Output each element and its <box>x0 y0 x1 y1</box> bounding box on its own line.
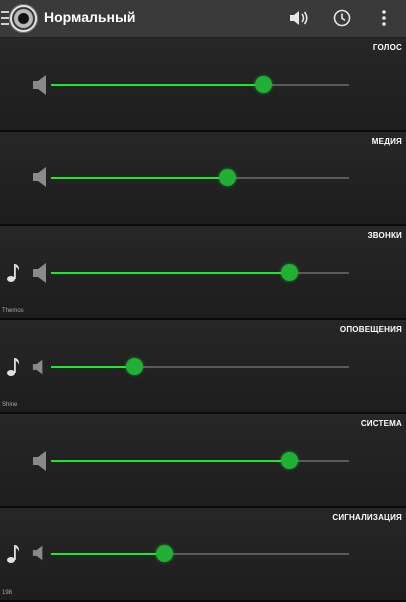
stream-label: СИСТЕМА <box>360 419 402 428</box>
volume-fill <box>51 553 165 555</box>
volume-slider[interactable] <box>51 169 349 186</box>
music-note-icon[interactable] <box>6 543 20 565</box>
speaker-icon[interactable] <box>32 545 44 561</box>
volume-slider[interactable] <box>51 76 349 93</box>
stream-label: СИГНАЛИЗАЦИЯ <box>332 513 402 522</box>
volume-slider[interactable] <box>51 452 349 469</box>
stream-ringtone: ЗВОНКИ Themos <box>0 226 406 320</box>
stream-voice: ГОЛОС <box>0 38 406 132</box>
ringtone-name: Themos <box>2 308 24 314</box>
stream-media: МЕДИЯ <box>0 132 406 226</box>
stream-label: МЕДИЯ <box>371 137 402 146</box>
stream-notifications: ОПОВЕЩЕНИЯ Shine <box>0 320 406 414</box>
more-vertical-icon[interactable] <box>372 6 396 30</box>
app-toolbar: Нормальный <box>0 0 406 38</box>
stream-label: ГОЛОС <box>372 43 402 52</box>
volume-thumb[interactable] <box>156 545 174 562</box>
volume-fill <box>51 460 290 462</box>
ringtone-name: 198 <box>2 590 13 596</box>
volume-thumb[interactable] <box>281 452 299 469</box>
profile-title: Нормальный <box>44 9 136 25</box>
volume-thumb[interactable] <box>281 264 299 281</box>
speaker-icon[interactable] <box>32 166 48 188</box>
speaker-icon[interactable] <box>32 262 48 284</box>
volume-slider[interactable] <box>51 358 349 375</box>
stream-system: СИСТЕМА <box>0 414 406 508</box>
music-note-icon[interactable] <box>6 356 20 378</box>
speaker-icon[interactable] <box>32 74 48 96</box>
volume-fill <box>51 84 263 86</box>
hamburger-menu-icon[interactable] <box>1 11 9 25</box>
volume-thumb[interactable] <box>218 169 236 186</box>
speaker-cone-icon <box>9 4 38 33</box>
volume-fill <box>51 366 135 368</box>
volume-fill <box>51 272 290 274</box>
stream-label: ЗВОНКИ <box>367 231 402 240</box>
speaker-wave-icon[interactable] <box>287 6 311 30</box>
speaker-icon[interactable] <box>32 359 44 375</box>
volume-thumb[interactable] <box>254 76 272 93</box>
ringtone-name: Shine <box>2 402 18 408</box>
clock-icon[interactable] <box>330 6 354 30</box>
speaker-icon[interactable] <box>32 450 48 472</box>
volume-thumb[interactable] <box>126 358 144 375</box>
stream-label: ОПОВЕЩЕНИЯ <box>339 325 402 334</box>
stream-alarm: СИГНАЛИЗАЦИЯ 198 <box>0 508 406 602</box>
music-note-icon[interactable] <box>6 262 20 284</box>
volume-streams-list: ГОЛОС МЕДИЯ ЗВОНКИ Themos ОПОВЕЩЕНИЯ Shi… <box>0 38 406 602</box>
volume-slider[interactable] <box>51 545 349 562</box>
volume-slider[interactable] <box>51 264 349 281</box>
volume-fill <box>51 177 227 179</box>
